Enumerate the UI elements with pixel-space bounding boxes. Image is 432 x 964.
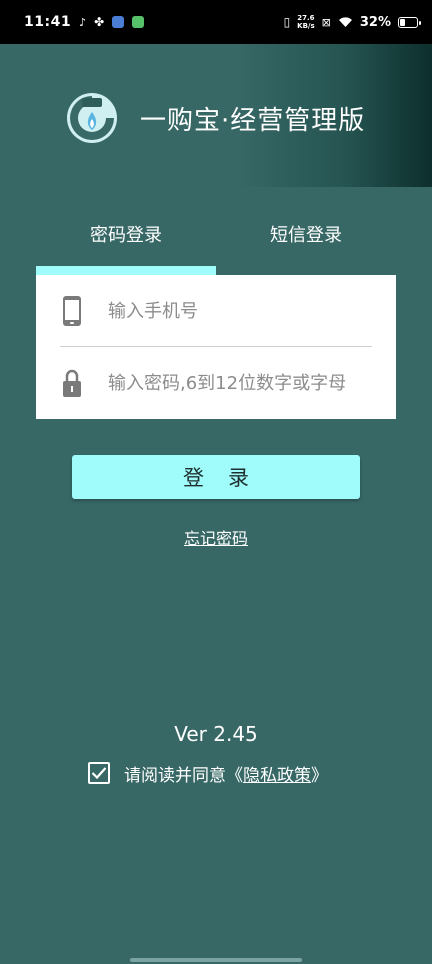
logo-icon: [67, 93, 117, 143]
home-indicator[interactable]: [130, 958, 302, 962]
login-button[interactable]: 登录: [72, 455, 360, 499]
login-form: [36, 275, 396, 419]
login-screen: 11:41 ♪ ✤ ▯ 27.6 KB/s ⊠ 32% 一购宝·经营管理版 密码…: [0, 0, 432, 964]
password-row: [36, 347, 396, 419]
forgot-password-link[interactable]: 忘记密码: [0, 525, 432, 549]
sim-off-icon: ⊠: [321, 15, 331, 29]
tiktok-icon: ♪: [79, 15, 87, 29]
app-icon: [132, 16, 145, 28]
status-bar: 11:41 ♪ ✤ ▯ 27.6 KB/s ⊠ 32%: [0, 0, 432, 44]
app-title: 一购宝·经营管理版: [140, 106, 366, 136]
phone-input[interactable]: [108, 291, 380, 331]
password-input[interactable]: [108, 363, 380, 403]
vibrate-icon: ▯: [283, 15, 291, 29]
battery-icon: [398, 16, 421, 28]
agree-checkbox[interactable]: [88, 762, 110, 784]
phone-row: [36, 275, 396, 347]
check-icon: [91, 767, 107, 780]
status-time: 11:41: [24, 14, 72, 30]
privacy-policy-link[interactable]: 隐私政策: [243, 761, 311, 786]
active-tab-indicator: [36, 266, 216, 275]
phone-icon: [63, 296, 81, 326]
tab-password-login[interactable]: 密码登录: [36, 210, 216, 262]
wifi-icon: [338, 17, 352, 27]
forgot-password-label[interactable]: 忘记密码: [184, 529, 248, 548]
net-speed: 27.6 KB/s: [297, 14, 315, 30]
agreement-suffix: 》: [311, 765, 328, 786]
agreement-row: 请阅读并同意《 隐私政策》: [88, 760, 328, 786]
pinwheel-icon: ✤: [94, 15, 105, 29]
login-tabs: 密码登录 短信登录: [36, 210, 396, 275]
tab-sms-login[interactable]: 短信登录: [216, 210, 396, 262]
header: 一购宝·经营管理版: [0, 44, 432, 187]
version-text: Ver 2.45: [174, 722, 258, 746]
agreement-prefix: 请阅读并同意《: [124, 765, 243, 786]
battery-fill: [400, 18, 405, 26]
lock-icon: [63, 369, 81, 397]
app-icon: [112, 16, 125, 28]
battery-percent: 32%: [359, 14, 391, 30]
